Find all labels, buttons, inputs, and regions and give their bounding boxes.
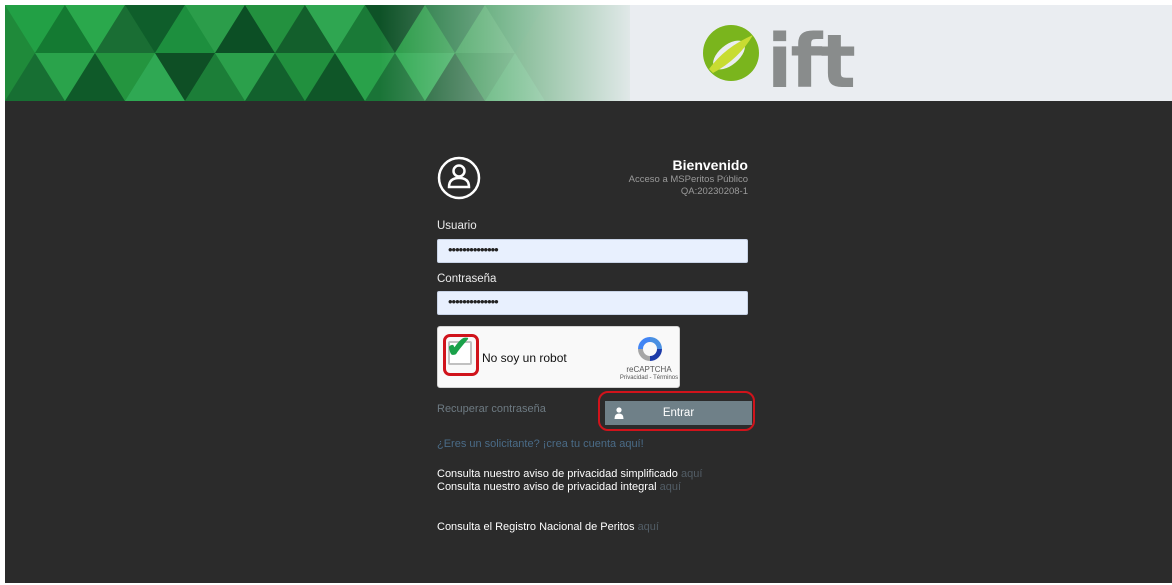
header-banner: ift [5, 5, 1172, 101]
recover-password-link[interactable]: Recuperar contraseña [437, 403, 546, 415]
user-icon [614, 407, 624, 419]
privacy-integral-link[interactable]: aquí [660, 481, 681, 493]
user-circle-icon [437, 156, 481, 200]
recaptcha-terms-link[interactable]: Privacidad - Términos [618, 375, 680, 381]
welcome-title: Bienvenido [672, 157, 748, 173]
version-label: QA:20230208-1 [680, 186, 748, 197]
privacy-simplified-notice: Consulta nuestro aviso de privacidad sim… [437, 468, 702, 480]
password-label: Contraseña [437, 273, 497, 285]
checkbox-highlight [443, 334, 479, 376]
page-frame: ift Bienvenido Acceso a MSPeritos Públic… [5, 5, 1172, 583]
brand-name: ift [767, 19, 855, 97]
recaptcha-brand: reCAPTCHA [626, 365, 672, 374]
username-label: Usuario [437, 220, 477, 232]
ift-logo: ift [703, 19, 857, 97]
privacy-integral-notice: Consulta nuestro aviso de privacidad int… [437, 481, 681, 493]
registry-notice: Consulta el Registro Nacional de Peritos… [437, 521, 659, 533]
registry-text: Consulta el Registro Nacional de Peritos [437, 521, 635, 533]
access-subtitle: Acceso a MSPeritos Público [628, 174, 748, 185]
signup-link[interactable]: ¿Eres un solicitante? ¡crea tu cuenta aq… [437, 438, 644, 450]
password-field[interactable]: •••••••••••••• [437, 291, 748, 315]
banner-pattern [5, 5, 630, 101]
enter-button[interactable]: Entrar [605, 401, 752, 425]
recaptcha-widget: ✔ No soy un robot reCAPTCHA Privacidad -… [437, 326, 680, 388]
privacy-simplified-link[interactable]: aquí [681, 468, 702, 480]
registry-link[interactable]: aquí [638, 521, 659, 533]
privacy-simplified-text: Consulta nuestro aviso de privacidad sim… [437, 468, 678, 480]
recaptcha-logo-icon [638, 337, 662, 361]
recaptcha-label: No soy un robot [482, 351, 567, 365]
privacy-integral-text: Consulta nuestro aviso de privacidad int… [437, 481, 657, 493]
username-field[interactable]: •••••••••••••• [437, 239, 748, 263]
welcome-block: Bienvenido Acceso a MSPeritos Público QA… [629, 156, 748, 198]
